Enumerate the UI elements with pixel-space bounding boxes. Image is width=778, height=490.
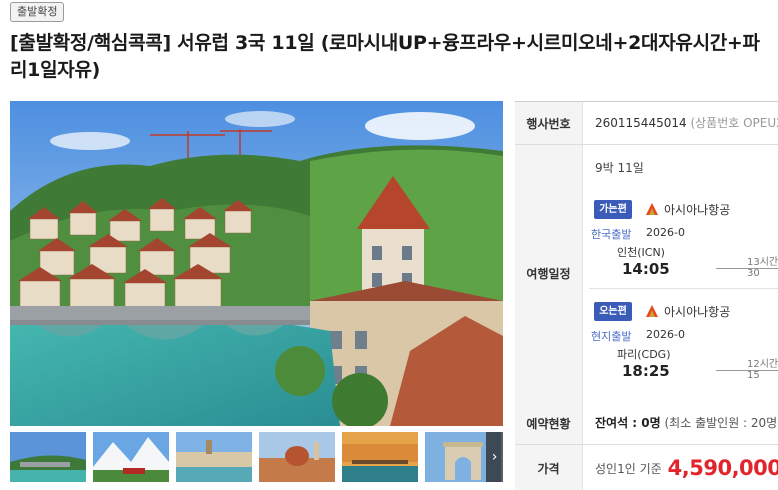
outbound-flight-duration: 13시간 30 [747,257,778,279]
outbound-dep-date: 2026-0 [646,226,685,239]
price-row: 가격 성인1인 기준 4,590,000 원 [515,445,778,490]
airline-logo-icon [646,305,658,317]
trip-duration: 9박 11일 [595,161,644,175]
seats-note: (최소 출발인원 : 20명) [664,416,778,430]
airline-logo-icon [646,203,658,215]
outbound-time: 14:05 [622,260,670,278]
product-code-value: 260115445014 [595,116,687,130]
main-photo[interactable] [10,101,503,426]
seats-remaining: 잔여석 : 0명 [595,416,661,430]
price-label: 가격 [515,445,583,490]
inbound-time: 18:25 [622,362,670,380]
status-badge: 출발확정 [10,2,65,22]
thumbnail-4[interactable] [259,432,335,482]
outbound-flight-line [716,268,778,269]
reservation-status-row: 예약현황 잔여석 : 0명 (최소 출발인원 : 20명) [515,402,778,445]
thumbnail-3[interactable] [176,432,252,482]
product-code-label: 행사번호 [515,102,583,144]
outbound-dep-label: 한국출발 [591,228,632,241]
product-code-row: 행사번호 260115445014 (상품번호 OPEU230 [515,102,778,145]
price-value: 4,590,000 [667,456,778,480]
outbound-tag: 가는편 [594,200,632,219]
inbound-flight-duration: 12시간 15 [747,359,778,381]
schedule-label: 여행일정 [515,145,583,402]
product-code-sub: (상품번호 OPEU230 [690,116,778,130]
thumbnail-5[interactable] [342,432,418,482]
product-info-table: 행사번호 260115445014 (상품번호 OPEU230 여행일정 9박 … [515,101,778,490]
reservation-status-label: 예약현황 [515,402,583,444]
inbound-dep-label: 현지출발 [591,330,632,343]
thumbnail-strip: › [10,432,503,484]
thumbnail-1[interactable] [10,432,86,482]
segment-divider [589,288,778,289]
inbound-tag: 오는편 [594,302,632,321]
price-basis: 성인1인 기준 [595,461,662,476]
inbound-airline: 아시아나항공 [664,305,731,319]
inbound-flight-line [716,370,778,371]
outbound-airline: 아시아나항공 [664,203,731,217]
page-title: [출발확정/핵심콕콕] 서유럽 3국 11일 (로마시내UP+융프라우+시르미오… [10,32,760,81]
chevron-right-icon[interactable]: › [486,432,503,482]
inbound-airport: 파리(CDG) [617,348,671,361]
thumbnail-2[interactable] [93,432,169,482]
outbound-airport: 인천(ICN) [617,246,665,259]
inbound-dep-date: 2026-0 [646,328,685,341]
